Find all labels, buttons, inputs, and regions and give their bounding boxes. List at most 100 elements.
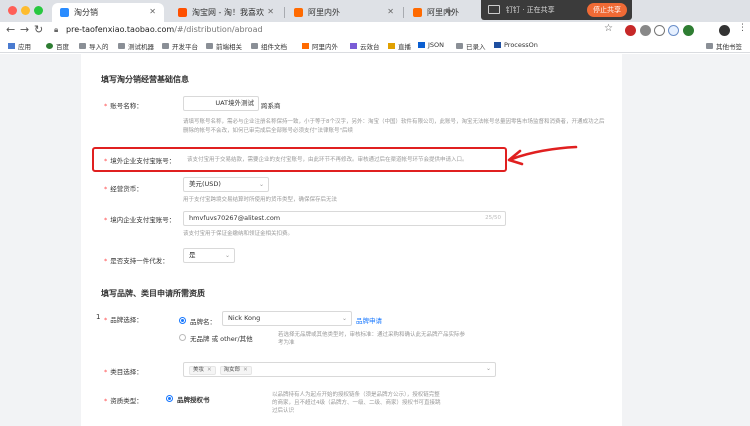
- tab-divider: [284, 7, 285, 18]
- folder-icon: [456, 43, 463, 49]
- brand-apply-link[interactable]: 品牌申请: [356, 315, 382, 325]
- tag-close-icon[interactable]: ✕: [207, 367, 212, 373]
- category-multiselect[interactable]: 美妆 ✕ 淘女郎 ✕ ⌄: [183, 362, 496, 377]
- domestic-alipay-hint: 该支付宝用于保证金缴纳和领证金相关扣费。: [183, 231, 294, 237]
- tag-close-icon[interactable]: ✕: [243, 367, 248, 373]
- currency-label: * 经营货币：: [104, 185, 143, 193]
- label-text: 类目选择：: [110, 368, 143, 376]
- screen-share-bar: 钉钉 · 正在共享 停止共享: [481, 0, 632, 20]
- bookmark-label: 直播: [398, 43, 411, 51]
- overseas-alipay-hint: 该支付宝用于交易结款，需要企业的支付宝账号，由此环节不再修改。审核通过后在渠道帐…: [187, 157, 468, 163]
- one-piece-dropship-label: * 是否支持一件代发：: [104, 257, 169, 265]
- baidu-icon: [46, 43, 53, 49]
- new-tab-button[interactable]: +: [444, 4, 454, 18]
- margin-marker: 1: [96, 313, 101, 321]
- qualification-type-hint: 以品牌持有人为起点开始的授权链条（须是品牌方公示），授权链完整的商家，且不超过4…: [272, 392, 441, 414]
- reload-icon[interactable]: ↻: [34, 23, 43, 36]
- bookmark-live[interactable]: 直播: [388, 41, 411, 51]
- bookmark-json[interactable]: JSON: [418, 41, 444, 49]
- bookmark-alibaba[interactable]: 阿里内外: [302, 41, 338, 51]
- menu-dots-icon[interactable]: ⋮: [738, 23, 747, 33]
- bookmarks-bar: 应用 百度 导入的 测试机器 开发平台 前端相关 组件文档 阿里内外 云效台 直…: [0, 39, 750, 53]
- bookmark-label: 应用: [18, 43, 31, 51]
- bookmark-other[interactable]: 其他书签: [706, 41, 742, 51]
- close-window-button[interactable]: [8, 6, 17, 15]
- extension-green-icon[interactable]: [683, 25, 694, 36]
- account-name-label: * 账号名称：: [104, 102, 143, 110]
- label-text: 境内企业支付宝账号：: [110, 216, 176, 224]
- tag-label: 美妆: [193, 367, 205, 373]
- folder-icon: [79, 43, 86, 49]
- bookmark-frontend[interactable]: 前端相关: [206, 41, 242, 51]
- brand-authorization-radio[interactable]: [166, 395, 173, 402]
- bookmark-yunxiao[interactable]: 云效台: [350, 41, 380, 51]
- bookmark-star-icon[interactable]: ☆: [604, 23, 613, 34]
- bookmark-label: 阿里内外: [312, 43, 338, 51]
- label-text: 资质类型：: [110, 397, 143, 405]
- folder-icon: [118, 43, 125, 49]
- minimize-window-button[interactable]: [21, 6, 30, 15]
- chevron-down-icon: ⌄: [485, 365, 491, 372]
- brand-select-label: * 品牌选择：: [104, 316, 143, 324]
- live-icon: [388, 43, 395, 49]
- category-select-label: * 类目选择：: [104, 368, 143, 376]
- extension-smile-icon[interactable]: [654, 25, 665, 36]
- bookmark-imported[interactable]: 导入的: [79, 41, 109, 51]
- bookmark-test-machines[interactable]: 测试机器: [118, 41, 154, 51]
- tag-label: 淘女郎: [223, 367, 241, 373]
- bookmark-label: 导入的: [89, 43, 109, 51]
- tab-alibaba-1[interactable]: 阿里内外 ✕: [286, 3, 402, 22]
- no-brand-radio[interactable]: [179, 334, 186, 341]
- extension-gray-icon[interactable]: [640, 25, 651, 36]
- close-icon[interactable]: ✕: [387, 7, 394, 16]
- chevron-down-icon: ⌄: [224, 252, 230, 259]
- tab-title: 阿里内外: [308, 8, 340, 17]
- label-text: 境外企业支付宝账号：: [110, 157, 176, 165]
- annotation-arrow-icon: [507, 145, 578, 166]
- domestic-alipay-value: hmvfuvs70267@alitest.com: [189, 214, 281, 222]
- bookmark-baidu[interactable]: 百度: [46, 41, 69, 51]
- category-tag: 淘女郎 ✕: [219, 366, 252, 375]
- bookmark-apps[interactable]: 应用: [8, 41, 31, 51]
- url-path: /#/distribution/abroad: [174, 25, 263, 34]
- page-scrollbar[interactable]: [742, 54, 750, 426]
- currency-select[interactable]: 美元(USD) ⌄: [183, 177, 269, 192]
- bookmark-entered[interactable]: 已录入: [456, 41, 486, 51]
- extension-blue-icon[interactable]: [668, 25, 679, 36]
- brand-name-radio[interactable]: [179, 317, 186, 324]
- address-bar[interactable]: 🔒︎ pre-taofenxiao.taobao.com/#/distribut…: [50, 23, 610, 38]
- currency-hint: 用于支付宝跨境交易结算时所使用的货币类型，确保保存后无法: [183, 197, 338, 203]
- bookmark-label: 其他书签: [716, 43, 742, 51]
- brand-name-select[interactable]: Nick Kong ⌄: [222, 311, 352, 326]
- brand-name-value: Nick Kong: [228, 314, 261, 322]
- extension-red-icon[interactable]: [625, 25, 636, 36]
- currency-value: 美元(USD): [189, 180, 221, 188]
- screen-share-icon: [488, 5, 500, 14]
- profile-avatar[interactable]: [719, 25, 730, 36]
- bookmark-component-docs[interactable]: 组件文档: [251, 41, 287, 51]
- label-text: 品牌选择：: [110, 316, 143, 324]
- processon-icon: [494, 42, 501, 48]
- brand-name-option-label: 品牌名：: [190, 318, 216, 326]
- back-arrow-icon[interactable]: ←: [6, 23, 15, 36]
- one-piece-dropship-select[interactable]: 是 ⌄: [183, 248, 235, 263]
- bookmark-label: 百度: [56, 43, 69, 51]
- bookmark-dev-platform[interactable]: 开发平台: [162, 41, 198, 51]
- bookmark-label: 已录入: [466, 43, 486, 51]
- brand-authorization-option-label: 品牌授权书: [177, 396, 210, 404]
- forward-arrow-icon[interactable]: →: [20, 23, 29, 36]
- label-text: 是否支持一件代发：: [110, 257, 169, 265]
- maximize-window-button[interactable]: [34, 6, 43, 15]
- close-icon[interactable]: ✕: [149, 7, 156, 16]
- close-icon[interactable]: ✕: [267, 7, 274, 16]
- no-brand-hint: 若选择无品牌或其他类型时，审核标准：通过采购和确认此无品牌产品实际参考为准: [278, 332, 466, 346]
- bookmark-processon[interactable]: ProcessOn: [494, 41, 538, 49]
- domestic-alipay-input[interactable]: hmvfuvs70267@alitest.com 25/50: [183, 211, 506, 226]
- apps-icon: [8, 43, 15, 49]
- tab-taobao[interactable]: 淘宝网 - 淘！我喜欢 ✕: [170, 3, 282, 22]
- account-name-input[interactable]: UAT境外测试: [183, 96, 259, 111]
- tab-taofenxiao[interactable]: 淘分销 ✕: [52, 3, 164, 22]
- stop-sharing-button[interactable]: 停止共享: [587, 3, 627, 17]
- folder-icon: [251, 43, 258, 49]
- account-name-hint: 请填写账号名称，需必与企业注册名称保持一致，小于等于8个汉字，另外：淘宝（中国）…: [183, 119, 605, 134]
